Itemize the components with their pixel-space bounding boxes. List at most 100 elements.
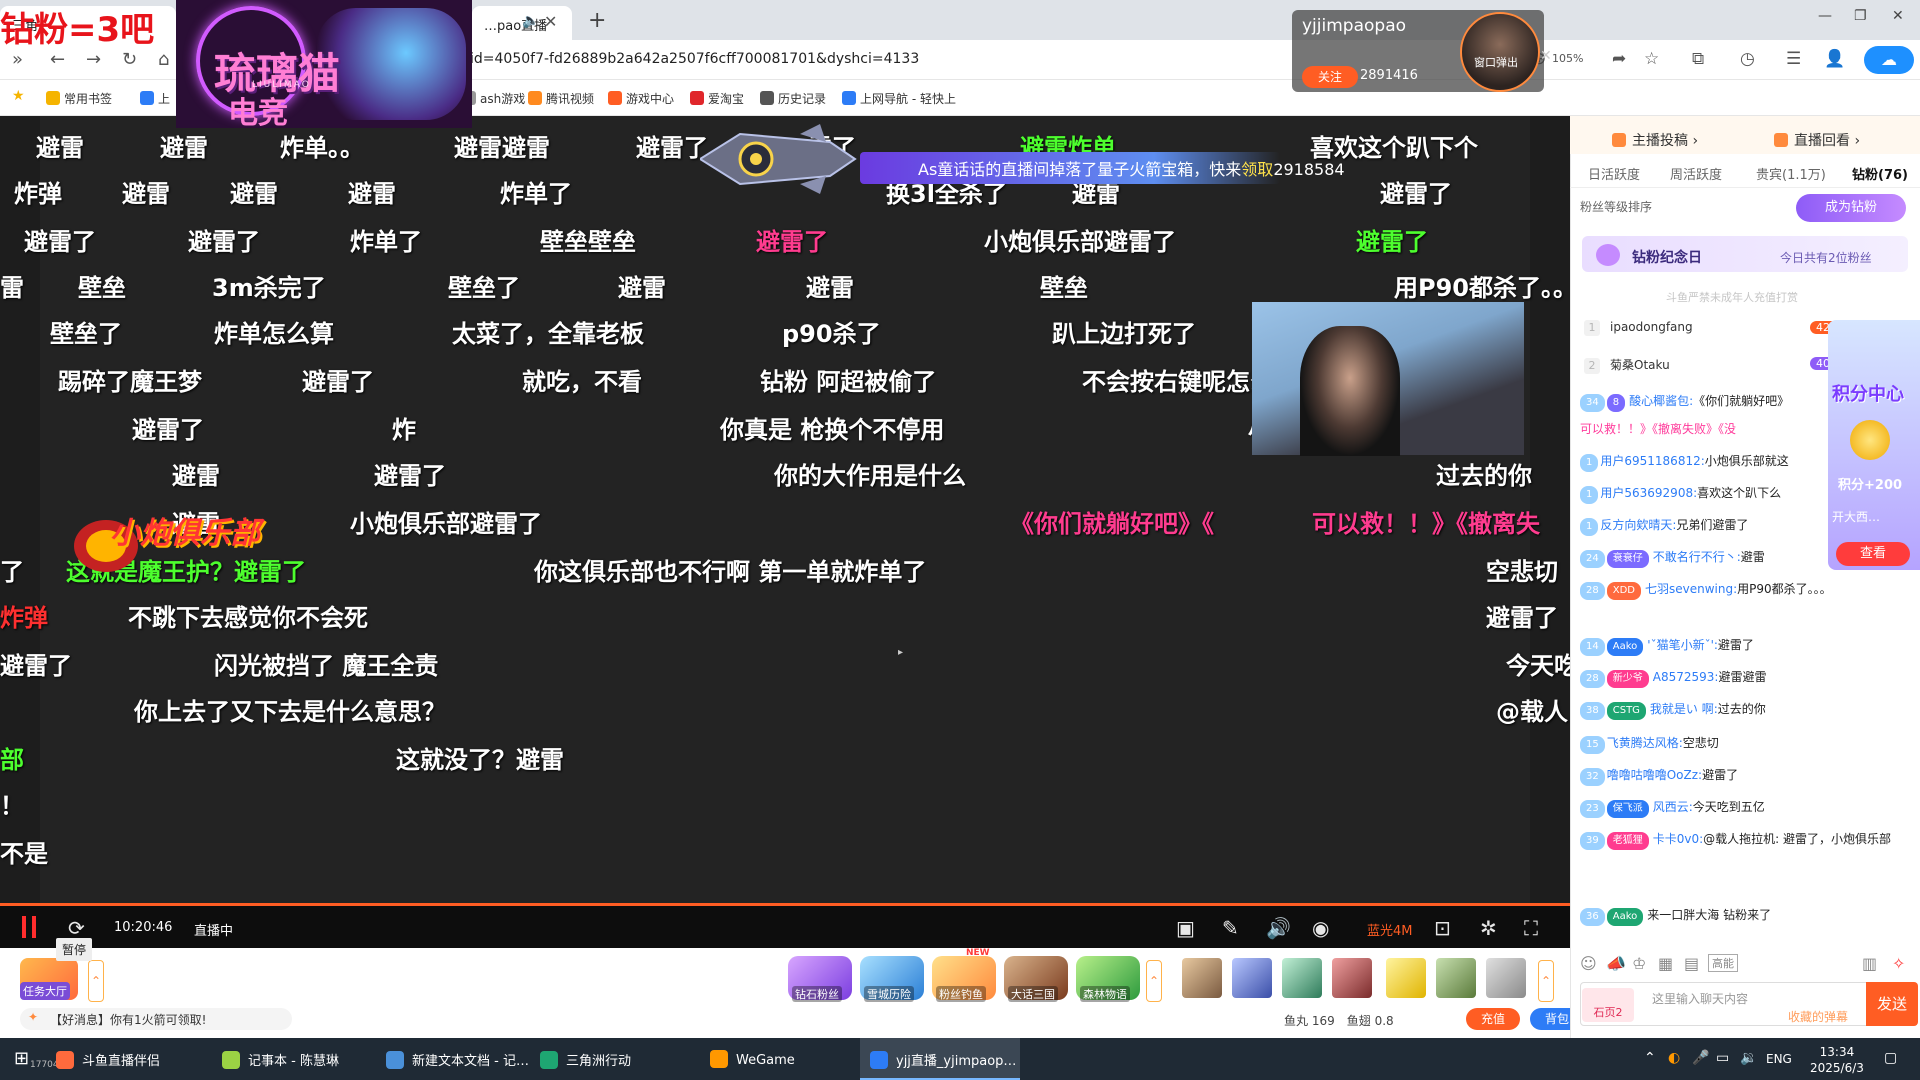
task-expand-button[interactable]: ⌃ [88, 960, 104, 1002]
popout-window-button[interactable]: 窗口弹出 [1474, 54, 1518, 70]
forward-icon[interactable]: → [86, 49, 101, 70]
chat-nickname[interactable]: 卡卡0v0: [1653, 832, 1703, 846]
picture-in-picture-icon[interactable]: ▣ [1176, 916, 1195, 940]
quality-selector[interactable]: 蓝光4M [1367, 920, 1413, 939]
chat-nickname[interactable]: 七羽sevenwing: [1645, 582, 1737, 596]
url-text[interactable]: id=4050f7-fd26889b2a642a2507f6cff7000817… [470, 51, 919, 67]
history-icon[interactable]: ◷ [1740, 49, 1755, 69]
tray-app-icon[interactable]: ◐ [1668, 1050, 1680, 1066]
backpack-item-5[interactable] [1386, 958, 1426, 998]
bookmark-item[interactable]: 历史记录 [760, 90, 826, 107]
hot-icon[interactable]: ✧ [1892, 954, 1905, 973]
become-fan-button[interactable]: 成为钻粉 [1796, 194, 1906, 222]
browser-tab-active[interactable]: …pao直播 🔈 ✕ [472, 6, 572, 40]
minimize-icon[interactable]: — [1818, 8, 1832, 24]
saved-barrage-button[interactable]: 收藏的弹幕 [1788, 1008, 1848, 1025]
star-icon[interactable]: ★ [12, 88, 25, 104]
reload-icon[interactable]: ↻ [122, 49, 137, 70]
video-player[interactable]: 避雷避雷炸单。。避雷避雷避雷了雷了避雷炸单喜欢这个趴下个炸弹避雷避雷避雷炸单了换… [0, 116, 1570, 905]
widescreen-icon[interactable]: ⊡ [1434, 916, 1451, 940]
streamer-posts-link[interactable]: 主播投稿 › [1612, 130, 1698, 150]
edit-icon[interactable]: ✎ [1222, 916, 1239, 940]
network-icon[interactable]: ▭ [1716, 1050, 1729, 1066]
danmaku-toggle-icon[interactable]: ◉ [1312, 916, 1329, 940]
tab-diamond-fans[interactable]: 钻粉(76) [1852, 164, 1908, 183]
chat-nickname[interactable]: 酸心椰酱包: [1629, 394, 1693, 408]
gift-diamond-fan[interactable]: 钻石粉丝 [788, 956, 852, 1002]
refresh-icon[interactable]: ⟳ [68, 916, 85, 940]
view-button[interactable]: 查看 [1836, 542, 1910, 566]
chat-nickname[interactable]: 不敢名行不行丶: [1653, 550, 1741, 564]
tray-expand-icon[interactable]: ⌃ [1644, 1050, 1656, 1066]
chat-message[interactable]: 32 噜噜咕噜噜OoZz:避雷了 [1580, 766, 1916, 786]
chat-message[interactable]: 14 Aako 'ˇ猫笔小新ˇ':避雷了 [1580, 636, 1916, 656]
pause-icon[interactable] [22, 916, 42, 938]
microphone-icon[interactable]: 🎤 [1692, 1050, 1709, 1066]
gift-snow-city[interactable]: 雪城历险 [860, 956, 924, 1002]
taskbar-app[interactable]: WeGame [710, 1050, 795, 1068]
taskbar-app[interactable]: 新建文本文档 - 记… [386, 1050, 529, 1069]
task-hall-label[interactable]: 任务大厅 [20, 982, 70, 1000]
restore-icon[interactable]: ❐ [1854, 8, 1867, 24]
rank-row[interactable]: 2 菊桑Otaku [1584, 356, 1670, 374]
gift-fan-fishing[interactable]: 粉丝钓鱼 NEW [932, 948, 996, 1002]
bookmark-item[interactable]: 游戏中心 [608, 90, 674, 107]
chat-nickname[interactable]: 我就是い 啊: [1650, 702, 1718, 716]
chat-message[interactable]: 15 飞黄腾达风格:空悲切 [1580, 734, 1916, 754]
speaker-icon[interactable]: 🔈 [522, 13, 539, 29]
backpack-item-4[interactable] [1332, 958, 1372, 998]
megaphone-icon[interactable]: 📣 [1606, 954, 1626, 973]
tab-weekly-activity[interactable]: 周活跃度 [1670, 164, 1722, 183]
windows-start-icon[interactable]: ⊞ [14, 1048, 29, 1069]
chat-message[interactable]: 28 新少爷 A8572593:避雷避雷 [1580, 668, 1916, 688]
chat-nickname[interactable]: 用户563692908: [1600, 486, 1697, 500]
gift-record-icon[interactable]: ▥ [1862, 954, 1877, 973]
taskbar-app[interactable]: 三角洲行动 [540, 1050, 631, 1069]
rank-row[interactable]: 1 ipaodongfang [1584, 320, 1693, 336]
stone-button[interactable]: 石页2 [1582, 988, 1634, 1022]
fan-sort-selector[interactable]: 粉丝等级排序 [1580, 198, 1652, 215]
backpack-item-3[interactable] [1282, 958, 1322, 998]
chat-message[interactable]: 39 老狐狸 卡卡0v0:@载人拖拉机: 避雷了，小炮俱乐部 [1580, 830, 1916, 850]
new-tab-button[interactable]: + [588, 8, 606, 33]
chat-message[interactable]: 38 CSTG 我就是い 啊:过去的你 [1580, 700, 1916, 720]
volume-tray-icon[interactable]: 🔉 [1740, 1050, 1757, 1066]
rocket-announcement[interactable]: As童话话的直播间掉落了量子火箭宝箱，快来领取2918584 [918, 156, 1345, 180]
settings-icon[interactable]: ✲ [1480, 916, 1497, 940]
crown-icon[interactable]: ♔ [1632, 954, 1646, 973]
gift-three-kingdoms[interactable]: 大话三国 [1004, 956, 1068, 1002]
backpack-item-6[interactable] [1436, 958, 1476, 998]
input-language[interactable]: ENG [1766, 1052, 1792, 1066]
zoom-level[interactable]: 105% [1552, 52, 1583, 65]
fullscreen-icon[interactable]: ⛶ [1524, 916, 1538, 940]
chat-nickname[interactable]: 风西云: [1653, 800, 1693, 814]
gift-forest-story[interactable]: 森林物语 [1076, 956, 1140, 1002]
backpack-item-2[interactable] [1232, 958, 1272, 998]
items-expand-button[interactable]: ⌃ [1538, 960, 1554, 1002]
chat-message[interactable]: 36 Aako 来一口胖大海 钻粉来了 [1580, 906, 1916, 926]
replay-link[interactable]: 直播回看 › [1774, 130, 1860, 150]
block-icon[interactable]: ▤ [1684, 954, 1699, 973]
backpack-item-7[interactable] [1486, 958, 1526, 998]
close-card-icon[interactable]: ✕ [1540, 48, 1552, 64]
account-icon[interactable]: 👤 [1824, 49, 1845, 69]
cloud-button[interactable]: ☁ [1864, 46, 1914, 74]
chat-input-placeholder[interactable]: 这里输入聊天内容 [1652, 990, 1748, 1007]
streamer-avatar[interactable] [1460, 12, 1540, 92]
chat-message[interactable]: 28 XDD 七羽sevenwing:用P90都杀了。。。 [1580, 580, 1916, 600]
bookmark-star-icon[interactable]: ☆ [1644, 49, 1659, 69]
taskbar-app[interactable]: 记事本 - 陈慧琳 [222, 1050, 339, 1069]
chat-nickname[interactable]: 'ˇ猫笔小新ˇ': [1647, 638, 1718, 652]
menu-icon[interactable]: ☰ [1786, 49, 1801, 69]
share-icon[interactable]: ➦ [1612, 49, 1626, 69]
emoji-icon[interactable]: ☺ [1580, 954, 1597, 973]
chat-message[interactable]: 23 保飞派 风西云:今天吃到五亿 [1580, 798, 1916, 818]
back-icon[interactable]: ← [50, 49, 65, 70]
follow-button[interactable]: 关注 [1302, 66, 1358, 88]
send-button[interactable]: 发送 [1866, 982, 1918, 1026]
extensions-icon[interactable]: ⧉ [1692, 49, 1704, 69]
chat-nickname[interactable]: 反方向欸晴天: [1600, 518, 1676, 532]
gift-expand-button[interactable]: ⌃ [1146, 960, 1162, 1002]
fan-badge-icon[interactable]: ▦ [1658, 954, 1673, 973]
bookmark-item[interactable]: 常用书签 [46, 90, 112, 107]
